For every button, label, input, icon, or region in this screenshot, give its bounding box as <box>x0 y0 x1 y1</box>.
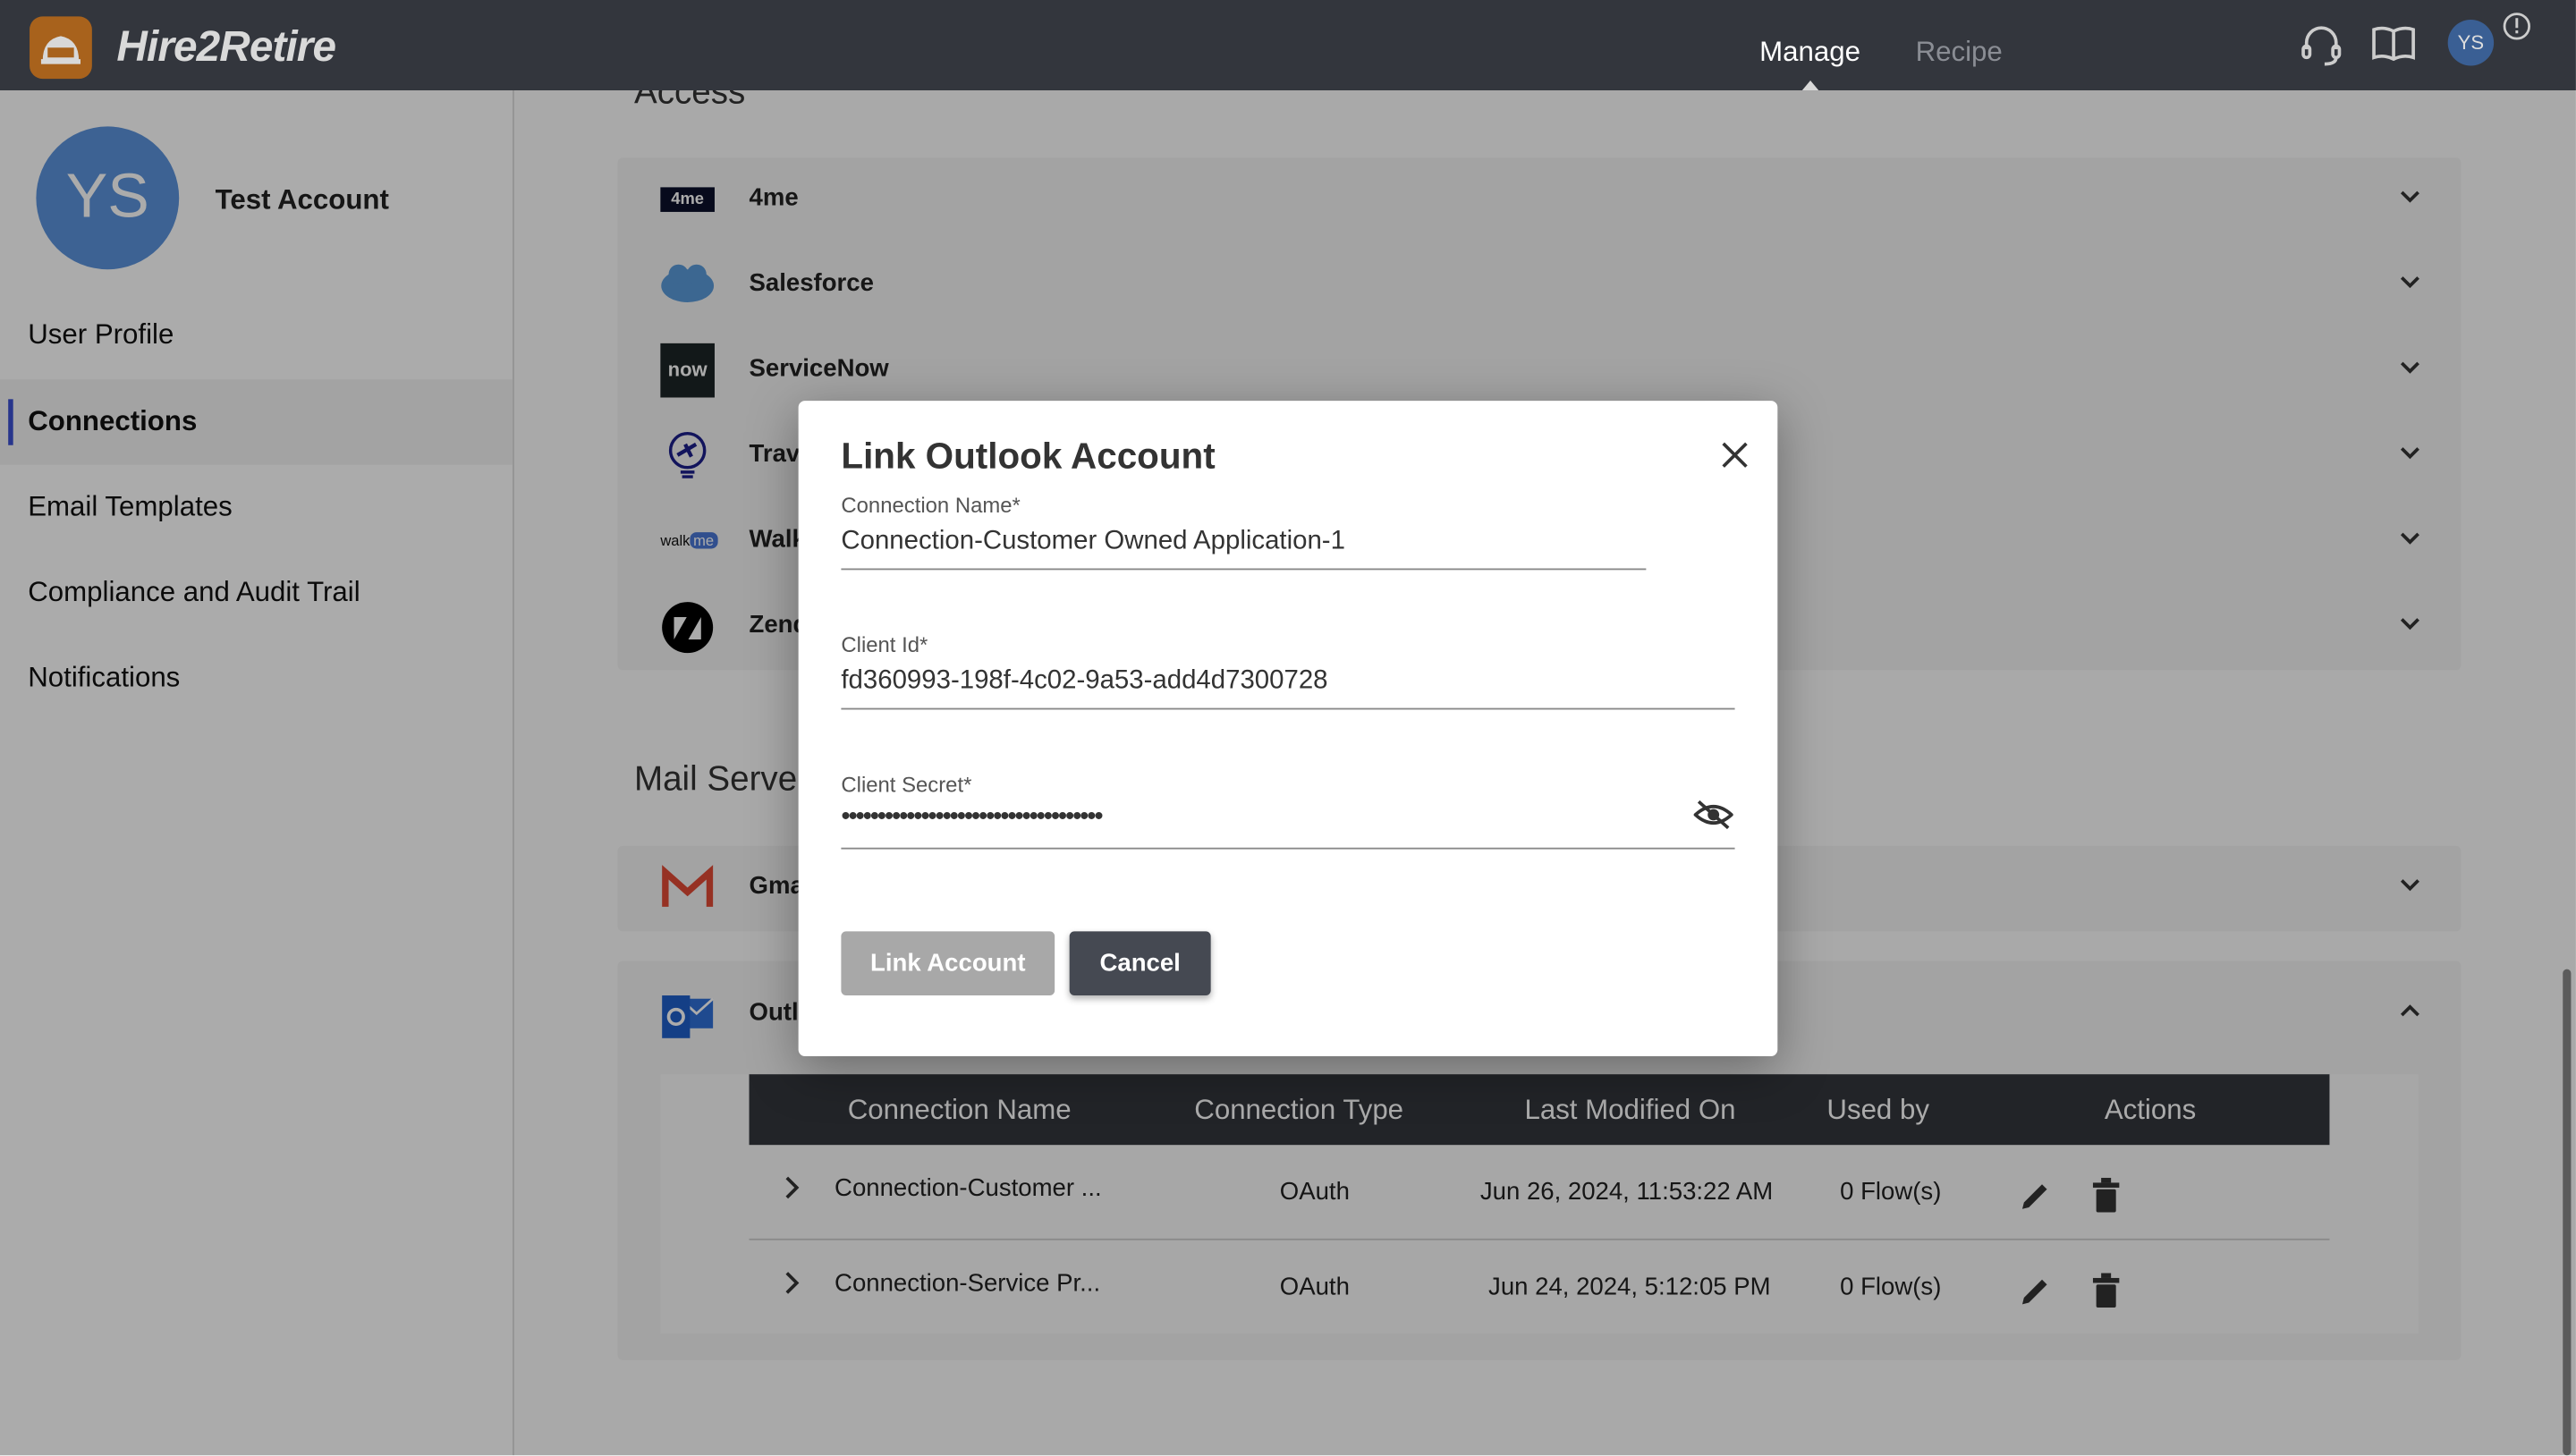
client-id-underline <box>841 707 1735 710</box>
client-secret-label: Client Secret* <box>841 772 972 797</box>
app-root: Hire2Retire Manage Recipe YS YS Test Acc… <box>0 0 2576 1456</box>
brand-name: Hire2Retire <box>116 21 336 71</box>
book-icon[interactable] <box>2370 23 2416 66</box>
client-id-label: Client Id* <box>841 632 928 657</box>
active-nav-indicator <box>1801 80 1819 91</box>
link-account-button[interactable]: Link Account <box>841 931 1055 996</box>
close-icon[interactable] <box>1720 440 1750 470</box>
connection-name-underline <box>841 568 1647 571</box>
connection-name-input[interactable]: Connection-Customer Owned Application-1 <box>841 528 1345 557</box>
client-secret-underline <box>841 847 1735 850</box>
connection-name-label: Connection Name* <box>841 493 1021 518</box>
user-avatar[interactable]: YS <box>2447 20 2495 66</box>
logo-icon <box>30 16 92 80</box>
link-outlook-dialog: Link Outlook Account Connection Name* Co… <box>798 401 1778 1056</box>
cancel-button[interactable]: Cancel <box>1069 931 1211 996</box>
client-id-input[interactable]: fd360993-198f-4c02-9a53-add4d7300728 <box>841 667 1327 697</box>
client-secret-input[interactable]: •••••••••••••••••••••••••••••••••••• <box>841 803 1103 833</box>
nav-recipe[interactable]: Recipe <box>1916 36 2003 69</box>
eye-off-icon[interactable] <box>1693 799 1733 832</box>
nav-manage[interactable]: Manage <box>1759 36 1860 69</box>
dialog-title: Link Outlook Account <box>841 435 1216 477</box>
alert-icon[interactable] <box>2502 12 2531 41</box>
top-bar: Hire2Retire Manage Recipe YS <box>0 0 2576 91</box>
headset-icon[interactable] <box>2299 23 2344 69</box>
